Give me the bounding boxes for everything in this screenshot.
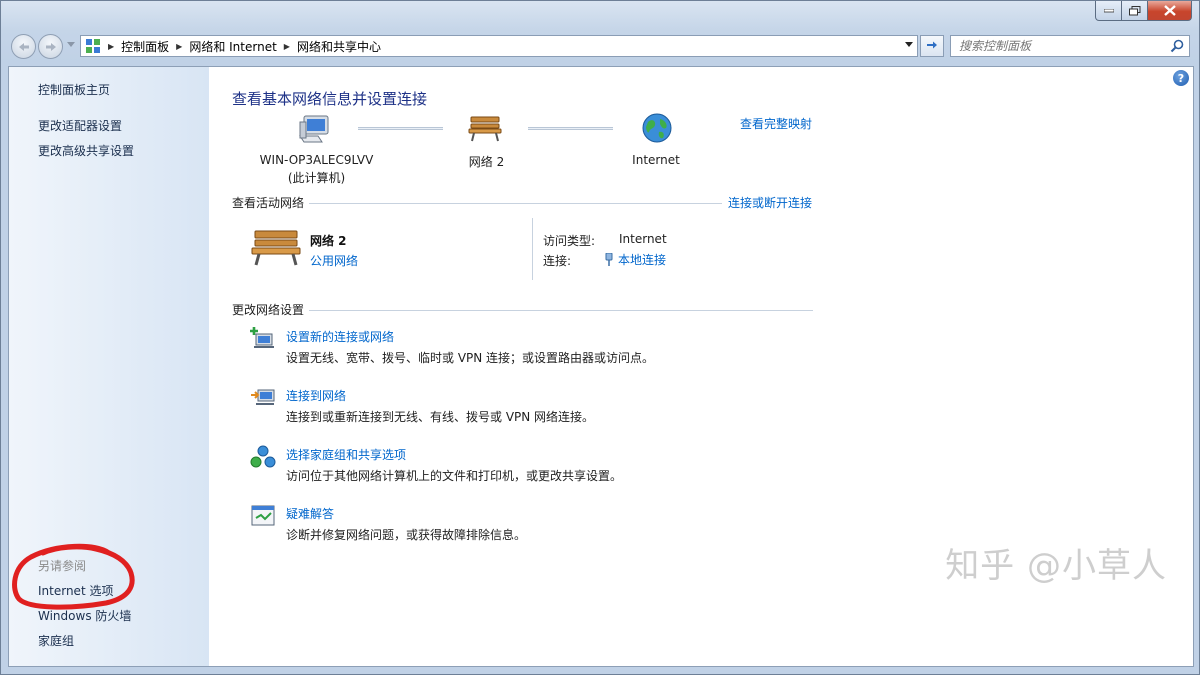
refresh-button[interactable]: [920, 35, 944, 57]
internet-globe-icon[interactable]: [641, 112, 673, 144]
connect-disconnect-link[interactable]: 连接或断开连接: [728, 194, 812, 211]
task-homegroup-desc: 访问位于其他网络计算机上的文件和打印机，或更改共享设置。: [286, 469, 623, 483]
task-sidebar: 控制面板主页 更改适配器设置 更改高级共享设置 另请参阅 Internet 选项…: [9, 67, 209, 666]
public-network-bench-icon: [251, 230, 301, 266]
map-internet[interactable]: Internet: [621, 153, 691, 167]
chevron-down-icon[interactable]: [905, 42, 913, 48]
homegroup-icon: [250, 445, 276, 468]
task-troubleshoot-desc: 诊断并修复网络问题，或获得故障排除信息。: [286, 528, 527, 542]
restore-icon: [1128, 5, 1140, 15]
troubleshoot-icon: [251, 505, 275, 526]
back-button[interactable]: [11, 34, 36, 59]
close-icon: [1163, 5, 1176, 16]
access-type-value: Internet: [619, 232, 667, 246]
task-setup-connection-desc: 设置无线、宽带、拨号、临时或 VPN 连接；或设置路由器或访问点。: [286, 351, 655, 365]
breadcrumb-arrow-icon[interactable]: ▶: [284, 42, 290, 51]
sidebar-link-windows-firewall[interactable]: Windows 防火墙: [38, 607, 131, 624]
forward-button[interactable]: [38, 34, 63, 59]
maximize-button[interactable]: [1122, 1, 1148, 21]
map-network[interactable]: 网络 2: [449, 153, 524, 170]
bench-icon[interactable]: [468, 114, 502, 142]
sidebar-link-advanced-sharing[interactable]: 更改高级共享设置: [38, 142, 134, 159]
computer-icon: [299, 115, 329, 143]
map-computer: WIN-OP3ALEC9LVV (此计算机): [254, 153, 379, 186]
active-networks-heading: 查看活动网络: [232, 196, 305, 210]
new-connection-icon: [250, 327, 274, 348]
breadcrumb-arrow-icon[interactable]: ▶: [176, 42, 182, 51]
navigation-bar: ▶ 控制面板 ▶ 网络和 Internet ▶ 网络和共享中心: [1, 31, 1200, 61]
section-divider: [309, 203, 722, 204]
vertical-divider: [532, 218, 533, 280]
connection-line: [358, 127, 443, 130]
local-connection-link[interactable]: 本地连接: [618, 253, 666, 267]
forward-arrow-icon: [45, 42, 56, 51]
section-divider: [309, 310, 813, 311]
sidebar-link-internet-options[interactable]: Internet 选项: [38, 582, 113, 599]
task-connect-network-desc: 连接到或重新连接到无线、有线、拨号或 VPN 网络连接。: [286, 410, 595, 424]
computer-sub: (此计算机): [287, 171, 346, 185]
minimize-button[interactable]: [1095, 1, 1122, 21]
search-icon[interactable]: [1170, 39, 1184, 53]
access-type-label: 访问类型:: [543, 234, 596, 248]
help-icon: ?: [1177, 71, 1185, 85]
task-setup-connection-link[interactable]: 设置新的连接或网络: [286, 328, 394, 345]
task-troubleshoot-link[interactable]: 疑难解答: [286, 505, 334, 522]
back-arrow-icon: [18, 42, 29, 51]
close-button[interactable]: [1148, 1, 1192, 21]
breadcrumb-network-internet[interactable]: 网络和 Internet: [189, 38, 276, 55]
window-frame: ▶ 控制面板 ▶ 网络和 Internet ▶ 网络和共享中心 搜索控制面板 控…: [0, 0, 1200, 675]
sidebar-link-homegroup[interactable]: 家庭组: [38, 632, 74, 649]
caption-buttons: [1095, 1, 1192, 21]
change-settings-heading: 更改网络设置: [232, 303, 305, 317]
breadcrumb: ▶ 控制面板 ▶ 网络和 Internet ▶ 网络和共享中心: [101, 38, 381, 55]
computer-name: WIN-OP3ALEC9LVV: [259, 153, 374, 167]
control-panel-icon: [86, 39, 100, 53]
address-bar[interactable]: ▶ 控制面板 ▶ 网络和 Internet ▶ 网络和共享中心: [80, 35, 918, 57]
page-title: 查看基本网络信息并设置连接: [232, 90, 428, 108]
ethernet-plug-icon: [605, 252, 613, 266]
see-full-map-link[interactable]: 查看完整映射: [740, 115, 812, 132]
help-button[interactable]: ?: [1173, 70, 1189, 86]
search-input[interactable]: [959, 39, 1159, 53]
network-type-link[interactable]: 公用网络: [310, 252, 358, 269]
task-connect-network-link[interactable]: 连接到网络: [286, 387, 346, 404]
search-box[interactable]: [950, 35, 1190, 57]
recent-pages-dropdown-icon[interactable]: [67, 42, 75, 48]
breadcrumb-arrow-icon[interactable]: ▶: [108, 42, 114, 51]
connection-label: 连接:: [543, 254, 572, 268]
breadcrumb-network-sharing-center[interactable]: 网络和共享中心: [297, 38, 381, 55]
task-homegroup-link[interactable]: 选择家庭组和共享选项: [286, 446, 406, 463]
watermark: 知乎 @小草人: [945, 546, 1167, 586]
connection-value: 本地连接: [603, 251, 666, 268]
sidebar-link-adapter-settings[interactable]: 更改适配器设置: [38, 117, 122, 134]
minimize-icon: [1103, 8, 1114, 12]
sidebar-link-control-panel-home[interactable]: 控制面板主页: [38, 81, 110, 98]
connect-network-icon: [251, 389, 275, 405]
active-network-name: 网络 2: [310, 234, 347, 248]
see-also-heading: 另请参阅: [38, 559, 87, 573]
breadcrumb-control-panel[interactable]: 控制面板: [121, 38, 169, 55]
connection-line: [528, 127, 613, 130]
refresh-icon: [927, 41, 937, 49]
